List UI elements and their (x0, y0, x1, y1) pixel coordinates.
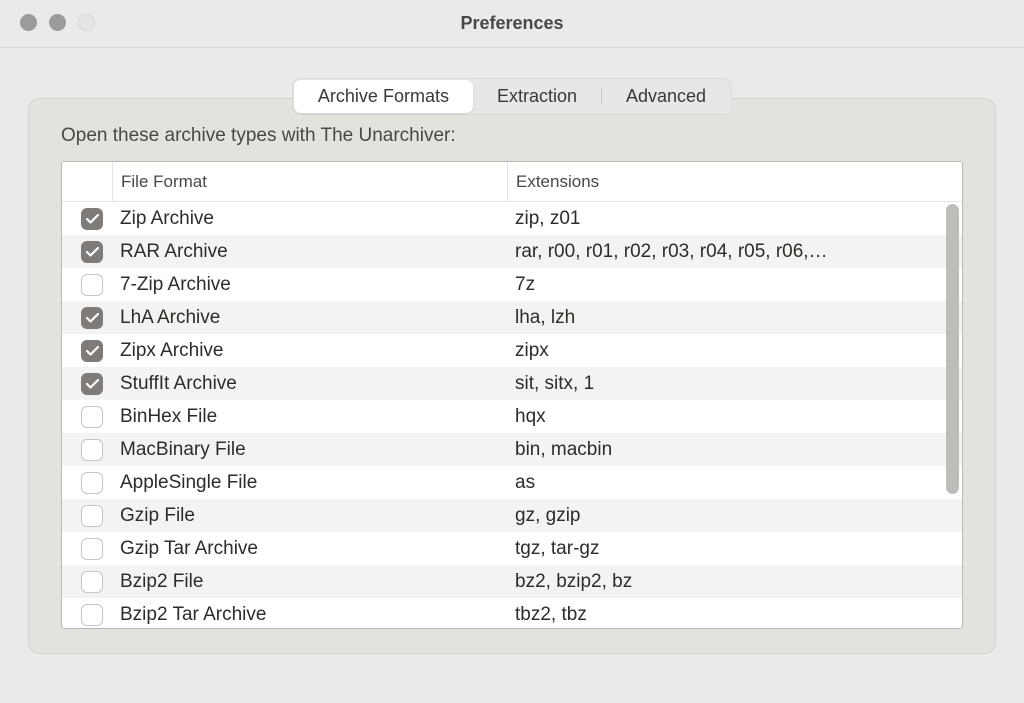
row-extensions-label: bz2, bzip2, bz (507, 571, 962, 593)
preferences-panel: Open these archive types with The Unarch… (28, 98, 996, 654)
table-row[interactable]: Zip Archivezip, z01 (62, 202, 962, 235)
window-title: Preferences (460, 13, 563, 34)
row-format-label: 7-Zip Archive (112, 274, 507, 296)
row-format-label: Gzip File (112, 505, 507, 527)
row-extensions-label: sit, sitx, 1 (507, 373, 962, 395)
minimize-window-button[interactable] (49, 14, 66, 31)
format-checkbox[interactable] (81, 472, 103, 494)
table-row[interactable]: Bzip2 Tar Archivetbz2, tbz (62, 598, 962, 629)
table-row[interactable]: StuffIt Archivesit, sitx, 1 (62, 367, 962, 400)
panel-subtitle: Open these archive types with The Unarch… (61, 125, 963, 147)
format-checkbox[interactable] (81, 307, 103, 329)
row-format-label: MacBinary File (112, 439, 507, 461)
row-checkbox-cell (62, 373, 112, 395)
row-format-label: StuffIt Archive (112, 373, 507, 395)
format-checkbox[interactable] (81, 274, 103, 296)
table-row[interactable]: MacBinary Filebin, macbin (62, 433, 962, 466)
format-checkbox[interactable] (81, 538, 103, 560)
table-row[interactable]: BinHex Filehqx (62, 400, 962, 433)
row-checkbox-cell (62, 472, 112, 494)
row-extensions-label: bin, macbin (507, 439, 962, 461)
row-extensions-label: tbz2, tbz (507, 604, 962, 626)
format-table: File Format Extensions Zip Archivezip, z… (61, 161, 963, 629)
close-window-button[interactable] (20, 14, 37, 31)
row-format-label: BinHex File (112, 406, 507, 428)
row-checkbox-cell (62, 439, 112, 461)
row-checkbox-cell (62, 340, 112, 362)
zoom-window-button[interactable] (78, 14, 95, 31)
table-row[interactable]: Bzip2 Filebz2, bzip2, bz (62, 565, 962, 598)
table-body[interactable]: Zip Archivezip, z01RAR Archiverar, r00, … (62, 202, 962, 629)
column-file-format[interactable]: File Format (112, 162, 507, 201)
row-format-label: AppleSingle File (112, 472, 507, 494)
row-checkbox-cell (62, 505, 112, 527)
content: Archive Formats Extraction Advanced Open… (0, 48, 1024, 672)
row-checkbox-cell (62, 241, 112, 263)
tab-extraction[interactable]: Extraction (473, 80, 601, 113)
row-checkbox-cell (62, 538, 112, 560)
row-extensions-label: as (507, 472, 962, 494)
table-row[interactable]: LhA Archivelha, lzh (62, 301, 962, 334)
format-checkbox[interactable] (81, 505, 103, 527)
titlebar: Preferences (0, 0, 1024, 48)
row-format-label: Bzip2 File (112, 571, 507, 593)
row-checkbox-cell (62, 307, 112, 329)
format-checkbox[interactable] (81, 406, 103, 428)
format-checkbox[interactable] (81, 439, 103, 461)
table-row[interactable]: Gzip Filegz, gzip (62, 499, 962, 532)
tab-archive-formats[interactable]: Archive Formats (294, 80, 473, 113)
row-format-label: LhA Archive (112, 307, 507, 329)
table-row[interactable]: Zipx Archivezipx (62, 334, 962, 367)
table-row[interactable]: Gzip Tar Archivetgz, tar-gz (62, 532, 962, 565)
format-checkbox[interactable] (81, 241, 103, 263)
table-header: File Format Extensions (62, 162, 962, 202)
column-extensions[interactable]: Extensions (507, 162, 962, 201)
format-checkbox[interactable] (81, 571, 103, 593)
row-extensions-label: tgz, tar-gz (507, 538, 962, 560)
row-checkbox-cell (62, 274, 112, 296)
tab-segment: Archive Formats Extraction Advanced (292, 78, 732, 115)
format-checkbox[interactable] (81, 208, 103, 230)
row-format-label: Bzip2 Tar Archive (112, 604, 507, 626)
table-row[interactable]: AppleSingle Fileas (62, 466, 962, 499)
traffic-lights (20, 14, 95, 31)
row-extensions-label: lha, lzh (507, 307, 962, 329)
row-checkbox-cell (62, 604, 112, 626)
row-extensions-label: zip, z01 (507, 208, 962, 230)
row-format-label: RAR Archive (112, 241, 507, 263)
tab-bar: Archive Formats Extraction Advanced (28, 78, 996, 115)
format-checkbox[interactable] (81, 340, 103, 362)
row-extensions-label: zipx (507, 340, 962, 362)
tab-advanced[interactable]: Advanced (602, 80, 730, 113)
table-row[interactable]: 7-Zip Archive7z (62, 268, 962, 301)
row-format-label: Gzip Tar Archive (112, 538, 507, 560)
row-extensions-label: 7z (507, 274, 962, 296)
row-format-label: Zip Archive (112, 208, 507, 230)
row-extensions-label: gz, gzip (507, 505, 962, 527)
format-checkbox[interactable] (81, 604, 103, 626)
row-checkbox-cell (62, 571, 112, 593)
table-row[interactable]: RAR Archiverar, r00, r01, r02, r03, r04,… (62, 235, 962, 268)
row-checkbox-cell (62, 208, 112, 230)
row-checkbox-cell (62, 406, 112, 428)
row-extensions-label: rar, r00, r01, r02, r03, r04, r05, r06,… (507, 241, 962, 263)
row-format-label: Zipx Archive (112, 340, 507, 362)
row-extensions-label: hqx (507, 406, 962, 428)
format-checkbox[interactable] (81, 373, 103, 395)
